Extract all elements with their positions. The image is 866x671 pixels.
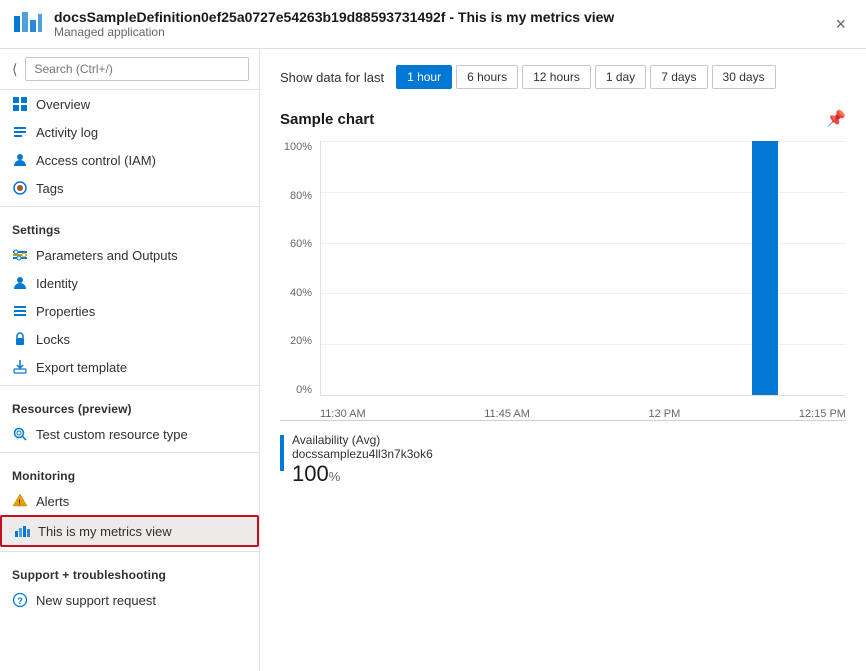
sidebar-item-overview[interactable]: Overview bbox=[0, 90, 259, 118]
x-label-12pm: 12 PM bbox=[649, 408, 681, 420]
y-label-80: 80% bbox=[280, 190, 312, 202]
sidebar-item-metrics-view[interactable]: This is my metrics view bbox=[0, 515, 259, 547]
pin-button[interactable]: 📌 bbox=[826, 109, 846, 129]
time-btn-1hour[interactable]: 1 hour bbox=[396, 65, 452, 89]
sidebar-item-alerts[interactable]: ! Alerts bbox=[0, 487, 259, 515]
time-btn-1day[interactable]: 1 day bbox=[595, 65, 646, 89]
sidebar: ⟨ Overview Activity log Access control (… bbox=[0, 49, 260, 671]
chart-header: Sample chart 📌 bbox=[280, 109, 846, 129]
search-input[interactable] bbox=[25, 57, 249, 81]
support-section-header: Support + troubleshooting bbox=[0, 556, 259, 586]
sidebar-item-identity[interactable]: Identity bbox=[0, 269, 259, 297]
overview-icon bbox=[12, 96, 28, 112]
time-filter: Show data for last 1 hour 6 hours 12 hou… bbox=[280, 65, 846, 89]
time-filter-label: Show data for last bbox=[280, 70, 384, 85]
locks-icon bbox=[12, 331, 28, 347]
y-label-0: 0% bbox=[280, 384, 312, 396]
support-icon: ? bbox=[12, 592, 28, 608]
divider-support bbox=[0, 551, 259, 552]
legend-title: Availability (Avg) bbox=[292, 433, 433, 447]
tags-label: Tags bbox=[36, 181, 63, 196]
time-btn-30days[interactable]: 30 days bbox=[712, 65, 776, 89]
collapse-button[interactable]: ⟨ bbox=[10, 59, 19, 80]
test-custom-label: Test custom resource type bbox=[36, 427, 188, 442]
y-label-60: 60% bbox=[280, 238, 312, 250]
svg-text:!: ! bbox=[18, 500, 20, 507]
search-container: ⟨ bbox=[0, 49, 259, 90]
identity-label: Identity bbox=[36, 276, 78, 291]
y-label-100: 100% bbox=[280, 141, 312, 153]
activity-log-label: Activity log bbox=[36, 125, 98, 140]
chart-bar bbox=[752, 141, 778, 395]
page-title: docsSampleDefinition0ef25a0727e54263b19d… bbox=[54, 9, 614, 25]
chart-container: 100% 80% 60% 40% 20% 0% bbox=[280, 141, 846, 421]
metrics-view-icon bbox=[14, 523, 30, 539]
sidebar-item-locks[interactable]: Locks bbox=[0, 325, 259, 353]
time-btn-7days[interactable]: 7 days bbox=[650, 65, 707, 89]
alerts-icon: ! bbox=[12, 493, 28, 509]
sidebar-item-test-custom[interactable]: Test custom resource type bbox=[0, 420, 259, 448]
export-icon bbox=[12, 359, 28, 375]
y-label-40: 40% bbox=[280, 287, 312, 299]
activity-log-icon bbox=[12, 124, 28, 140]
access-control-label: Access control (IAM) bbox=[36, 153, 156, 168]
parameters-label: Parameters and Outputs bbox=[36, 248, 178, 263]
app-icon bbox=[12, 8, 44, 40]
tags-icon bbox=[12, 180, 28, 196]
sidebar-item-parameters[interactable]: Parameters and Outputs bbox=[0, 241, 259, 269]
support-label: New support request bbox=[36, 593, 156, 608]
sidebar-item-properties[interactable]: Properties bbox=[0, 297, 259, 325]
time-btn-12hours[interactable]: 12 hours bbox=[522, 65, 591, 89]
sidebar-item-tags[interactable]: Tags bbox=[0, 174, 259, 202]
metrics-view-label: This is my metrics view bbox=[38, 524, 172, 539]
legend-subtitle: docssamplezu4ll3n7k3ok6 bbox=[292, 447, 433, 461]
alerts-label: Alerts bbox=[36, 494, 69, 509]
test-custom-icon bbox=[12, 426, 28, 442]
sidebar-item-activity-log[interactable]: Activity log bbox=[0, 118, 259, 146]
legend-unit: % bbox=[329, 469, 341, 484]
divider-monitoring bbox=[0, 452, 259, 453]
x-axis: 11:30 AM 11:45 AM 12 PM 12:15 PM bbox=[320, 408, 846, 420]
overview-label: Overview bbox=[36, 97, 90, 112]
sidebar-item-access-control[interactable]: Access control (IAM) bbox=[0, 146, 259, 174]
time-btn-6hours[interactable]: 6 hours bbox=[456, 65, 518, 89]
chart-title: Sample chart bbox=[280, 111, 374, 128]
properties-icon bbox=[12, 303, 28, 319]
sidebar-item-support[interactable]: ? New support request bbox=[0, 586, 259, 614]
x-label-1145: 11:45 AM bbox=[484, 408, 530, 420]
svg-text:?: ? bbox=[17, 596, 23, 606]
x-label-1215: 12:15 PM bbox=[799, 408, 846, 420]
access-control-icon bbox=[12, 152, 28, 168]
legend-value: 100 bbox=[292, 461, 329, 486]
page-subtitle: Managed application bbox=[54, 25, 614, 39]
chart-section: Sample chart 📌 100% 80% 60% 40% 20% 0% bbox=[280, 109, 846, 487]
identity-icon bbox=[12, 275, 28, 291]
export-label: Export template bbox=[36, 360, 127, 375]
close-button[interactable]: × bbox=[827, 10, 854, 39]
y-axis: 100% 80% 60% 40% 20% 0% bbox=[280, 141, 316, 396]
chart-plot-area bbox=[320, 141, 846, 396]
y-label-20: 20% bbox=[280, 335, 312, 347]
sidebar-item-export[interactable]: Export template bbox=[0, 353, 259, 381]
legend-color-bar bbox=[280, 435, 284, 471]
main-content: Show data for last 1 hour 6 hours 12 hou… bbox=[260, 49, 866, 671]
divider-resources bbox=[0, 385, 259, 386]
settings-section-header: Settings bbox=[0, 211, 259, 241]
x-label-1130: 11:30 AM bbox=[320, 408, 366, 420]
chart-legend: Availability (Avg) docssamplezu4ll3n7k3o… bbox=[280, 433, 846, 487]
monitoring-section-header: Monitoring bbox=[0, 457, 259, 487]
parameters-icon bbox=[12, 247, 28, 263]
divider-settings bbox=[0, 206, 259, 207]
properties-label: Properties bbox=[36, 304, 95, 319]
resources-section-header: Resources (preview) bbox=[0, 390, 259, 420]
title-bar: docsSampleDefinition0ef25a0727e54263b19d… bbox=[0, 0, 866, 49]
locks-label: Locks bbox=[36, 332, 70, 347]
